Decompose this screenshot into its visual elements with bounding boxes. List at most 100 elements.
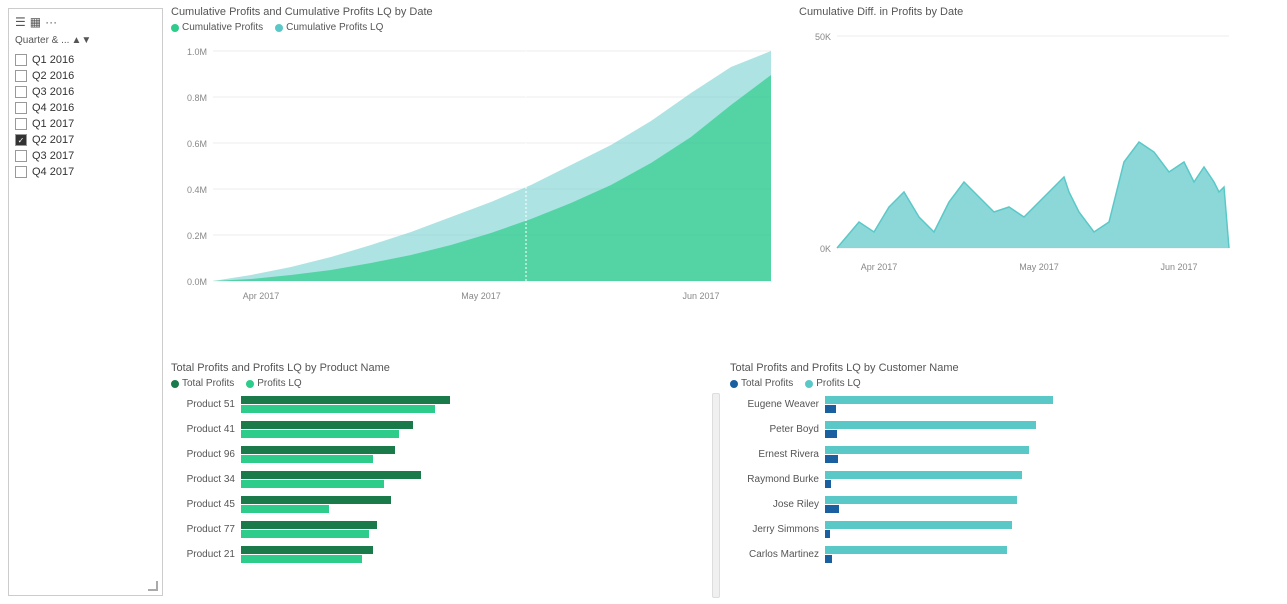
customer-total-profits-bar	[825, 521, 1012, 529]
profits-lq-bar	[241, 555, 362, 563]
svg-text:Apr 2017: Apr 2017	[243, 291, 280, 301]
customer-total-profits-bar	[825, 471, 1022, 479]
table-row: Raymond Burke	[730, 468, 1281, 490]
customer-total-profits-bar	[825, 396, 1053, 404]
sidebar-title-row[interactable]: Quarter & ... ▲▼	[15, 35, 156, 46]
bar-pair	[241, 521, 377, 538]
bar-label-customer: Jose Riley	[730, 499, 825, 510]
bar-pair	[241, 471, 421, 488]
sidebar-items: Q1 2016 Q2 2016 Q3 2016 Q4 2016 Q1 2017 Q2 20…	[15, 52, 156, 180]
label-q1-2016: Q1 2016	[32, 54, 74, 66]
sidebar-item-q2-2016[interactable]: Q2 2016	[15, 68, 156, 84]
products-bar-content: Product 51Product 41Product 96Product 34…	[171, 393, 722, 598]
customer-profits-lq-bar	[825, 505, 839, 513]
profits-lq-bar	[241, 480, 384, 488]
checkbox-q3-2016[interactable]	[15, 86, 27, 98]
table-row: Product 21	[171, 543, 710, 565]
customer-bar-pair	[825, 396, 1053, 413]
products-scroll-bar[interactable]	[712, 393, 720, 598]
checkbox-q2-2017[interactable]	[15, 134, 27, 146]
customer-bar-pair	[825, 421, 1036, 438]
table-row: Jose Riley	[730, 493, 1281, 515]
bar-label: Product 21	[171, 549, 241, 560]
sidebar-item-q1-2016[interactable]: Q1 2016	[15, 52, 156, 68]
svg-text:0.0M: 0.0M	[187, 277, 207, 287]
label-q2-2016: Q2 2016	[32, 70, 74, 82]
svg-text:Apr 2017: Apr 2017	[861, 262, 898, 272]
svg-text:0.8M: 0.8M	[187, 93, 207, 103]
sidebar-header: ☰ ▦ ···	[15, 15, 156, 29]
checkbox-q2-2016[interactable]	[15, 70, 27, 82]
profits-lq-product-dot	[246, 380, 254, 388]
sidebar-expand-icon[interactable]: ▲▼	[71, 35, 91, 46]
total-profits-bar	[241, 496, 391, 504]
profits-lq-customer-dot	[805, 380, 813, 388]
customer-profits-lq-bar	[825, 405, 836, 413]
svg-text:0.2M: 0.2M	[187, 231, 207, 241]
svg-text:0K: 0K	[820, 244, 831, 254]
products-chart-panel: Total Profits and Profits LQ by Product …	[171, 362, 722, 598]
products-chart-title: Total Profits and Profits LQ by Product …	[171, 362, 722, 374]
sidebar-item-q1-2017[interactable]: Q1 2017	[15, 116, 156, 132]
customer-bar-pair	[825, 546, 1007, 563]
legend-item-profits-lq-customer: Profits LQ	[805, 378, 860, 389]
table-row: Product 51	[171, 393, 710, 415]
checkbox-q4-2016[interactable]	[15, 102, 27, 114]
customer-profits-lq-bar	[825, 480, 831, 488]
svg-text:Jun 2017: Jun 2017	[682, 291, 719, 301]
resize-handle[interactable]	[148, 581, 158, 591]
bar-label: Product 45	[171, 499, 241, 510]
bar-pair	[241, 446, 395, 463]
main-content: Cumulative Profits and Cumulative Profit…	[171, 0, 1287, 604]
cumulative-profits-legend: Cumulative Profits Cumulative Profits LQ	[171, 22, 791, 33]
legend-label-total-profits-customer: Total Profits	[741, 378, 793, 389]
customer-bar-pair	[825, 521, 1012, 538]
checkbox-q1-2016[interactable]	[15, 54, 27, 66]
customer-profits-lq-bar	[825, 555, 832, 563]
checkbox-q4-2017[interactable]	[15, 166, 27, 178]
table-row: Carlos Martinez	[730, 543, 1281, 565]
bar-label: Product 51	[171, 399, 241, 410]
customer-profits-lq-bar	[825, 455, 838, 463]
sidebar-item-q4-2017[interactable]: Q4 2017	[15, 164, 156, 180]
label-q3-2016: Q3 2016	[32, 86, 74, 98]
legend-item-total-profits-customer: Total Profits	[730, 378, 793, 389]
svg-text:Jun 2017: Jun 2017	[1160, 262, 1197, 272]
svg-text:May 2017: May 2017	[461, 291, 501, 301]
svg-text:1.0M: 1.0M	[187, 47, 207, 57]
label-q3-2017: Q3 2017	[32, 150, 74, 162]
table-row: Product 34	[171, 468, 710, 490]
sidebar-item-q2-2017[interactable]: Q2 2017	[15, 132, 156, 148]
sidebar-item-q3-2017[interactable]: Q3 2017	[15, 148, 156, 164]
legend-item-total-profits-product: Total Profits	[171, 378, 234, 389]
total-profits-bar	[241, 421, 413, 429]
more-icon[interactable]: ···	[45, 15, 57, 29]
products-chart-legend: Total Profits Profits LQ	[171, 378, 722, 389]
bar-label-customer: Carlos Martinez	[730, 549, 825, 560]
legend-label-total-profits-product: Total Profits	[182, 378, 234, 389]
bar-label-customer: Eugene Weaver	[730, 399, 825, 410]
cumulative-profits-title: Cumulative Profits and Cumulative Profit…	[171, 6, 791, 18]
customer-bar-pair	[825, 446, 1029, 463]
bar-label: Product 34	[171, 474, 241, 485]
sidebar-item-q4-2016[interactable]: Q4 2016	[15, 100, 156, 116]
label-q4-2016: Q4 2016	[32, 102, 74, 114]
chart-icon[interactable]: ▦	[30, 15, 41, 29]
legend-label-profits-lq-product: Profits LQ	[257, 378, 301, 389]
table-row: Ernest Rivera	[730, 443, 1281, 465]
hamburger-icon[interactable]: ☰	[15, 15, 26, 29]
customers-chart-legend: Total Profits Profits LQ	[730, 378, 1281, 389]
customers-bar-area: Eugene WeaverPeter BoydErnest RiveraRaym…	[730, 393, 1281, 598]
label-q1-2017: Q1 2017	[32, 118, 74, 130]
top-charts-row: Cumulative Profits and Cumulative Profit…	[171, 6, 1281, 356]
checkbox-q3-2017[interactable]	[15, 150, 27, 162]
profits-lq-bar	[241, 505, 329, 513]
bar-label: Product 77	[171, 524, 241, 535]
legend-item-profits-lq-product: Profits LQ	[246, 378, 301, 389]
sidebar-item-q3-2016[interactable]: Q3 2016	[15, 84, 156, 100]
sidebar-toolbar: ☰ ▦ ···	[15, 15, 57, 29]
total-profits-customer-dot	[730, 380, 738, 388]
checkbox-q1-2017[interactable]	[15, 118, 27, 130]
total-profits-product-dot	[171, 380, 179, 388]
table-row: Eugene Weaver	[730, 393, 1281, 415]
